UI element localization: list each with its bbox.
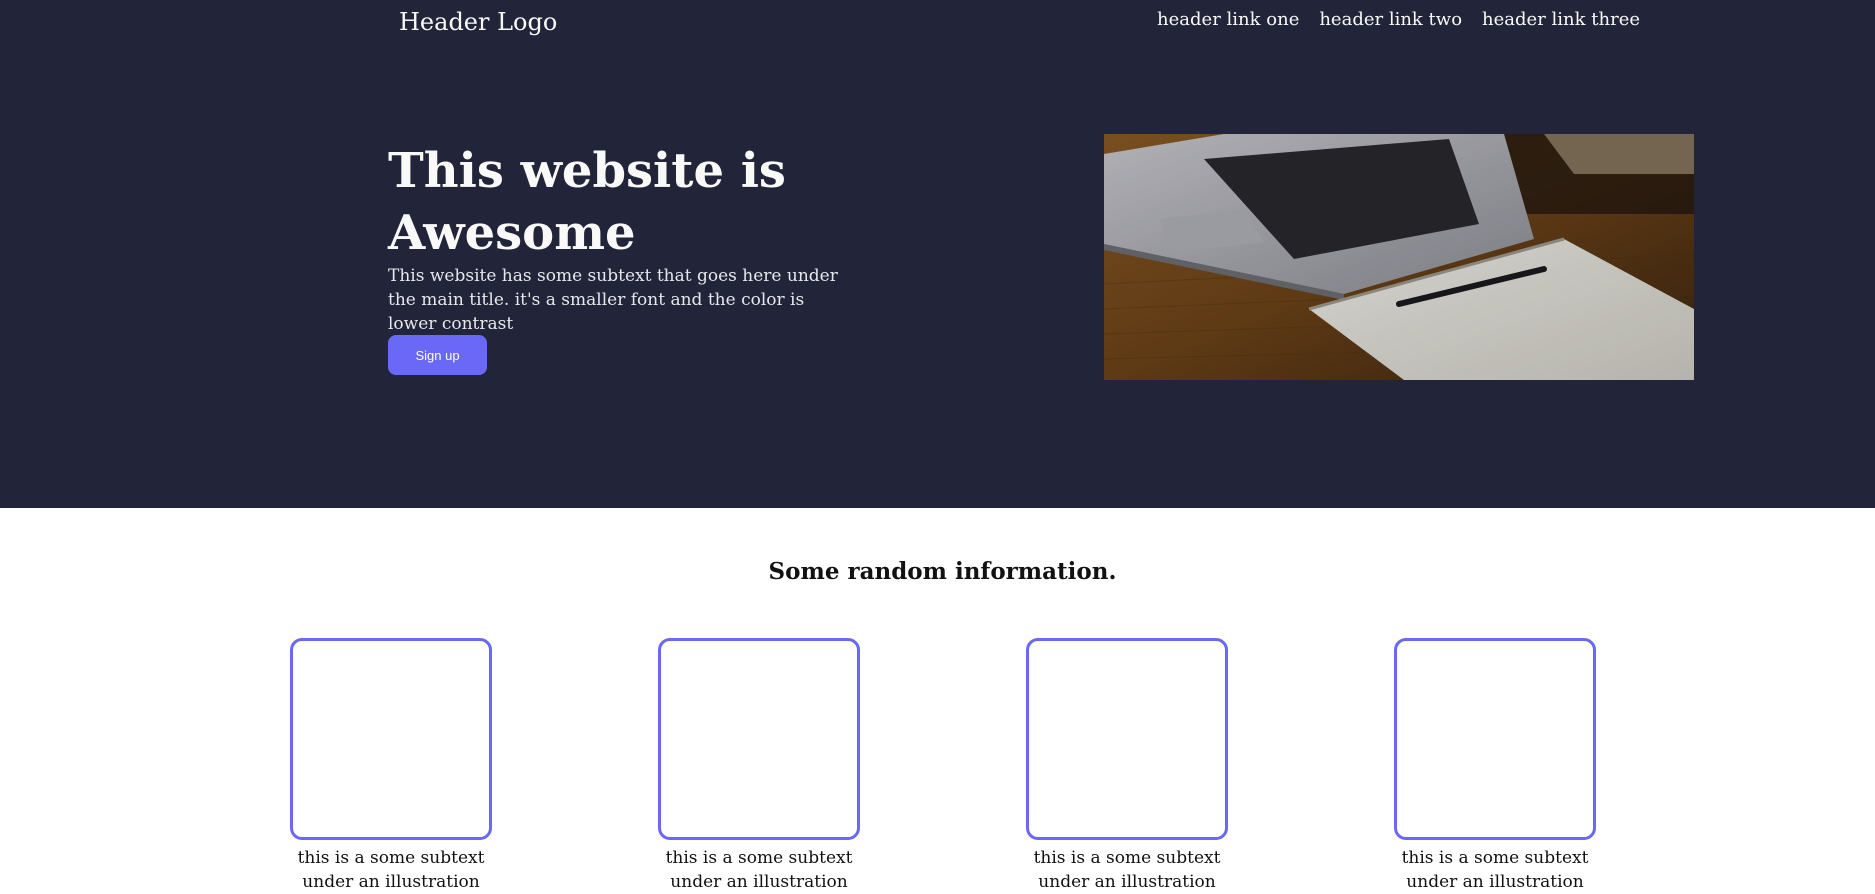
hero-title: This website is Awesome xyxy=(388,143,786,261)
header-nav: header link one header link two header l… xyxy=(1157,8,1640,32)
illustration-subtext: this is a some subtext under an illustra… xyxy=(1401,848,1589,892)
info-title: Some random information. xyxy=(768,558,1117,585)
illustration-box xyxy=(290,638,492,840)
info-card: this is a some subtext under an illustra… xyxy=(286,638,496,894)
hero-subtext: This website has some subtext that goes … xyxy=(388,266,838,334)
illustration-subtext: this is a some subtext under an illustra… xyxy=(297,848,485,892)
header-link-one[interactable]: header link one xyxy=(1157,8,1299,32)
illustration-subtext: this is a some subtext under an illustra… xyxy=(665,848,853,892)
hero-section: Header Logo header link one header link … xyxy=(0,0,1875,508)
illustration-subtext: this is a some subtext under an illustra… xyxy=(1033,848,1221,892)
info-card: this is a some subtext under an illustra… xyxy=(654,638,864,894)
info-card: this is a some subtext under an illustra… xyxy=(1022,638,1232,894)
sign-up-button[interactable]: Sign up xyxy=(388,335,487,375)
header-link-three[interactable]: header link three xyxy=(1482,8,1640,32)
hero-image xyxy=(1104,134,1694,380)
header-link-two[interactable]: header link two xyxy=(1319,8,1462,32)
illustration-box xyxy=(1394,638,1596,840)
header-logo: Header Logo xyxy=(399,8,558,36)
info-card: this is a some subtext under an illustra… xyxy=(1390,638,1600,894)
laptop-notebook-photo-icon xyxy=(1104,134,1694,380)
illustration-box xyxy=(1026,638,1228,840)
illustration-box xyxy=(658,638,860,840)
